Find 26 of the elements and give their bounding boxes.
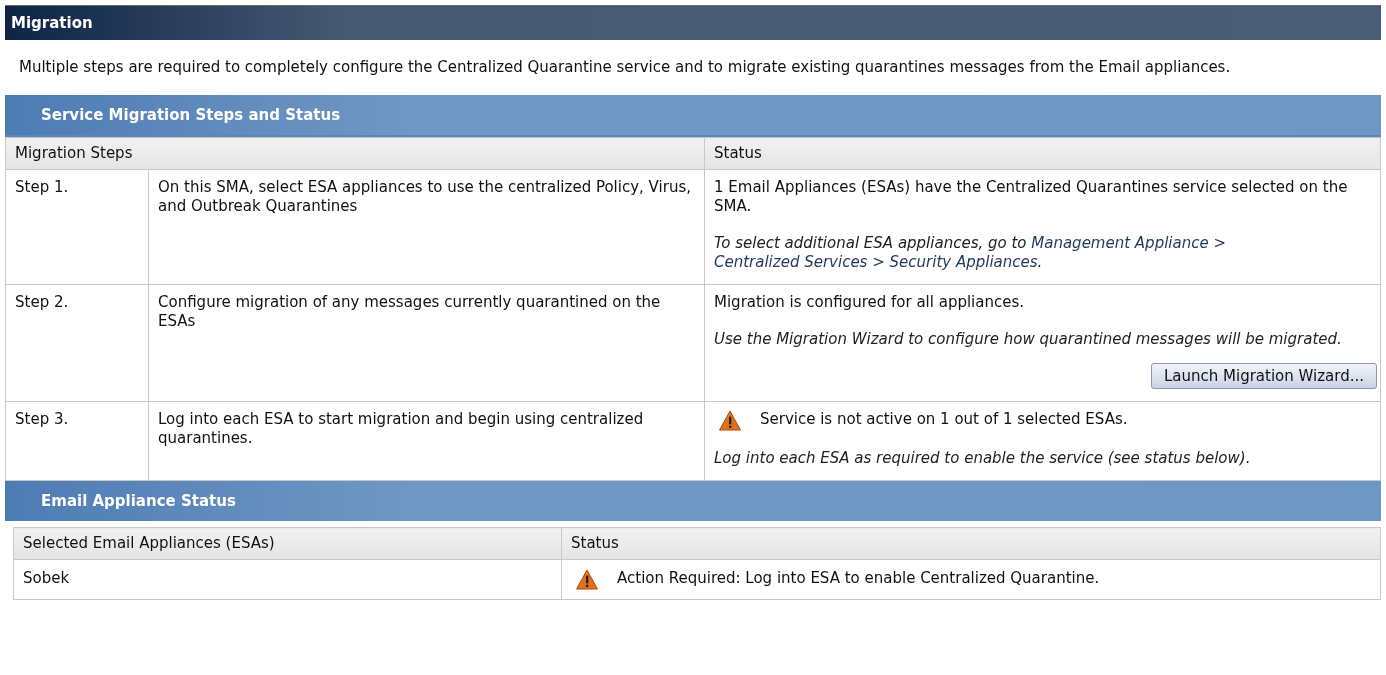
navigation-link[interactable]: Management Appliance xyxy=(1031,234,1209,252)
column-header: Selected Email Appliances (ESAs) xyxy=(13,527,562,560)
navigation-link[interactable]: Centralized Services xyxy=(714,253,868,271)
navigation-link[interactable]: Security Appliances xyxy=(889,253,1038,271)
status-text: Action Required: Log into ESA to enable Centralized Quarantine. xyxy=(617,569,1100,588)
launch-wizard-button[interactable]: Launch Migration Wizard... xyxy=(1150,363,1377,389)
status-text: Service is not active on 1 out of 1 selected ESAs. xyxy=(760,410,1128,429)
status-note: To select additional ESA appliances, go to Management Appliance > Centralized Services > Security Appliances. xyxy=(714,234,1228,272)
status-note: Log into each ESA as required to enable the service (see status below). xyxy=(714,449,1252,468)
step-number: Step 3. xyxy=(5,401,149,481)
status-text: Migration is configured for all appliances. xyxy=(714,293,1025,312)
step-description: Log into each ESA to start migration and begin using centralized quarantines. xyxy=(148,401,705,481)
step-description: On this SMA, select ESA appliances to use the centralized Policy, Virus, and Outbreak Quarantines xyxy=(148,169,705,285)
status-note: Use the Migration Wizard to configure how quarantined messages will be migrated. xyxy=(714,330,1343,349)
section-title: Email Appliance Status xyxy=(41,492,236,510)
intro-text: Multiple steps are required to completely configure the Centralized Quarantine service and to migrate existing quarantines messages from the Email appliances. xyxy=(18,57,1232,78)
appliance-name: Sobek xyxy=(13,559,562,600)
step-number: Step 1. xyxy=(5,169,149,285)
step-number: Step 2. xyxy=(5,284,149,402)
column-header: Status xyxy=(561,527,1381,560)
column-header: Migration Steps xyxy=(5,137,705,170)
status-text: 1 Email Appliances (ESAs) have the Centralized Quarantines service selected on the SMA. xyxy=(714,178,1349,216)
section-title: Service Migration Steps and Status xyxy=(41,106,341,124)
step-description: Configure migration of any messages currently quarantined on the ESAs xyxy=(148,284,705,402)
column-header: Status xyxy=(704,137,1381,170)
page-title: Migration xyxy=(11,14,93,32)
